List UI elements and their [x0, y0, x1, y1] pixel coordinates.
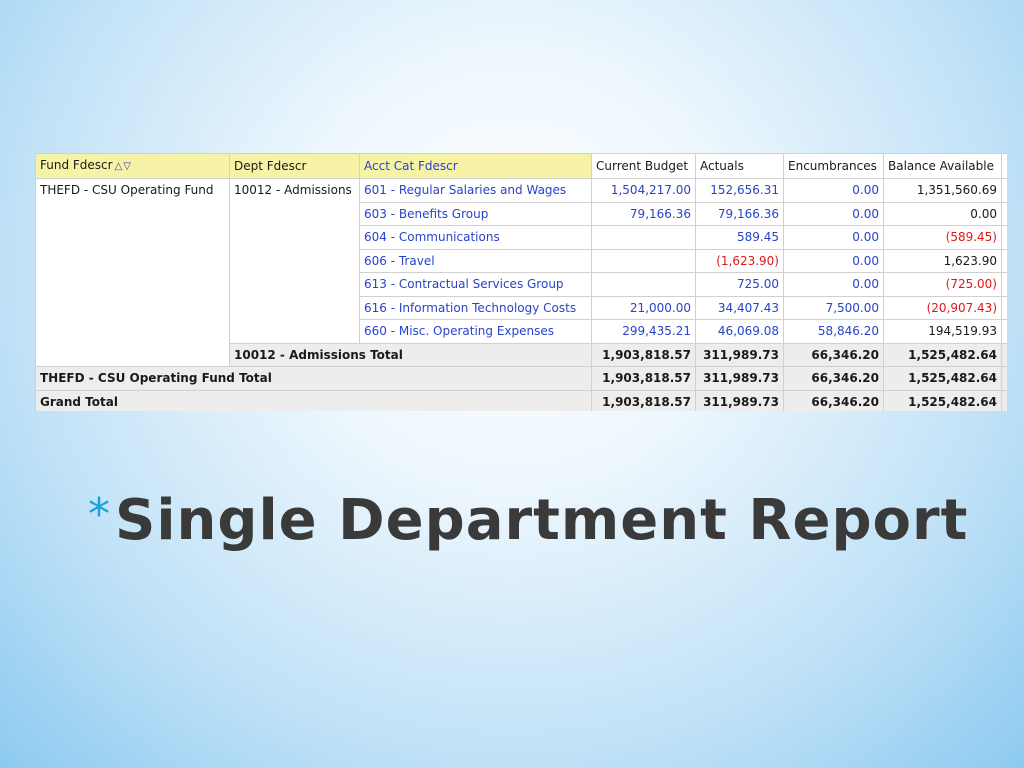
overflow-cell [1001, 201, 1007, 226]
acct-cell[interactable]: 613 - Contractual Services Group [359, 272, 592, 297]
actuals-cell[interactable]: 34,407.43 [695, 295, 784, 320]
overflow-cell [1001, 178, 1007, 203]
actuals-cell[interactable]: 725.00 [695, 272, 784, 297]
balance-cell: 1,623.90 [883, 248, 1002, 273]
overflow-cell [1001, 342, 1007, 367]
fund-cell: THEFD - CSU Operating Fund [35, 178, 230, 367]
overflow-cell [1001, 248, 1007, 273]
column-header-budget[interactable]: Current Budget [591, 153, 696, 179]
grand-total-enc: 66,346.20 [783, 389, 884, 411]
bullet-asterisk: * [88, 489, 111, 540]
dept-total-label: 10012 - Admissions Total [229, 342, 592, 367]
budget-cell[interactable]: 1,504,217.00 [591, 178, 696, 203]
budget-cell[interactable]: 299,435.21 [591, 319, 696, 344]
column-header-dept[interactable]: Dept Fdescr [229, 153, 360, 179]
budget-cell[interactable] [591, 248, 696, 273]
fund-total-row: THEFD - CSU Operating Fund Total 1,903,81… [35, 366, 1007, 391]
balance-cell: 194,519.93 [883, 319, 1002, 344]
dept-total-budget: 1,903,818.57 [591, 342, 696, 367]
slide-title-text: Single Department Report [115, 488, 969, 553]
column-header-encumbrances[interactable]: Encumbrances [783, 153, 884, 179]
report-table: Fund Fdescr △ ▽ Dept Fdescr Acct Cat Fdesc… [35, 153, 1007, 411]
fund-total-label: THEFD - CSU Operating Fund Total [35, 366, 592, 391]
budget-cell[interactable] [591, 225, 696, 250]
column-header-balance[interactable]: Balance Available [883, 153, 1002, 179]
actuals-cell[interactable]: 46,069.08 [695, 319, 784, 344]
dept-total-actuals: 311,989.73 [695, 342, 784, 367]
overflow-cell [1001, 225, 1007, 250]
acct-cell[interactable]: 603 - Benefits Group [359, 201, 592, 226]
encumbrances-cell[interactable]: 58,846.20 [783, 319, 884, 344]
acct-cell[interactable]: 660 - Misc. Operating Expenses [359, 319, 592, 344]
encumbrances-cell[interactable]: 0.00 [783, 201, 884, 226]
column-header-actuals[interactable]: Actuals [695, 153, 784, 179]
grand-total-row: Grand Total 1,903,818.57 311,989.73 66,346.… [35, 389, 1007, 411]
fund-total-enc: 66,346.20 [783, 366, 884, 391]
header-row: Fund Fdescr △ ▽ Dept Fdescr Acct Cat Fdesc… [35, 153, 1007, 179]
overflow-cell [1001, 295, 1007, 320]
actuals-cell[interactable]: 589.45 [695, 225, 784, 250]
budget-cell[interactable] [591, 272, 696, 297]
grand-total-bal: 1,525,482.64 [883, 389, 1002, 411]
balance-cell: (725.00) [883, 272, 1002, 297]
acct-cell[interactable]: 601 - Regular Salaries and Wages [359, 178, 592, 203]
encumbrances-cell[interactable]: 0.00 [783, 272, 884, 297]
slide-title: *Single Department Report [88, 488, 968, 553]
budget-cell[interactable]: 79,166.36 [591, 201, 696, 226]
balance-cell: (20,907.43) [883, 295, 1002, 320]
encumbrances-cell[interactable]: 0.00 [783, 225, 884, 250]
balance-cell: 1,351,560.69 [883, 178, 1002, 203]
dept-total-bal: 1,525,482.64 [883, 342, 1002, 367]
overflow-cell [1001, 272, 1007, 297]
report-table-container: Fund Fdescr △ ▽ Dept Fdescr Acct Cat Fdesc… [35, 153, 1007, 411]
column-header-fund-label: Fund Fdescr [40, 158, 113, 172]
dept-total-enc: 66,346.20 [783, 342, 884, 367]
encumbrances-cell[interactable]: 7,500.00 [783, 295, 884, 320]
acct-cell[interactable]: 606 - Travel [359, 248, 592, 273]
fund-total-budget: 1,903,818.57 [591, 366, 696, 391]
column-header-overflow [1001, 153, 1007, 179]
actuals-cell[interactable]: 152,656.31 [695, 178, 784, 203]
acct-cell[interactable]: 604 - Communications [359, 225, 592, 250]
actuals-cell[interactable]: 79,166.36 [695, 201, 784, 226]
acct-cell[interactable]: 616 - Information Technology Costs [359, 295, 592, 320]
encumbrances-cell[interactable]: 0.00 [783, 248, 884, 273]
dept-cell: 10012 - Admissions [229, 178, 360, 344]
balance-cell: 0.00 [883, 201, 1002, 226]
column-header-fund[interactable]: Fund Fdescr △ ▽ [35, 153, 230, 179]
grand-total-budget: 1,903,818.57 [591, 389, 696, 411]
budget-cell[interactable]: 21,000.00 [591, 295, 696, 320]
grand-total-actuals: 311,989.73 [695, 389, 784, 411]
sort-ascending-icon[interactable]: △ [115, 161, 123, 172]
encumbrances-cell[interactable]: 0.00 [783, 178, 884, 203]
fund-total-actuals: 311,989.73 [695, 366, 784, 391]
actuals-cell[interactable]: (1,623.90) [695, 248, 784, 273]
overflow-cell [1001, 319, 1007, 344]
table-row: THEFD - CSU Operating Fund 10012 - Admiss… [35, 178, 1007, 367]
balance-cell: (589.45) [883, 225, 1002, 250]
column-header-acct[interactable]: Acct Cat Fdescr [359, 153, 592, 179]
sort-descending-icon[interactable]: ▽ [123, 161, 131, 172]
overflow-cell [1001, 389, 1007, 411]
grand-total-label: Grand Total [35, 389, 592, 411]
fund-total-bal: 1,525,482.64 [883, 366, 1002, 391]
overflow-cell [1001, 366, 1007, 391]
